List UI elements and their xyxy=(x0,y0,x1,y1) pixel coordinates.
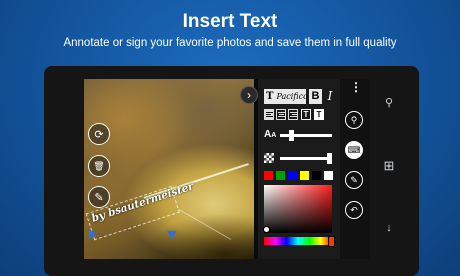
color-swatch[interactable] xyxy=(276,171,285,180)
opacity-slider-knob[interactable] xyxy=(327,153,333,164)
chevron-right-icon: › xyxy=(247,88,251,102)
rotate-button[interactable]: ⟳ xyxy=(88,123,110,145)
action-bar: ⋮ ⚲ ⌨ ✎ ↶ xyxy=(340,79,370,259)
brush-icon: ✎ xyxy=(350,174,358,185)
text-outline-button[interactable]: T xyxy=(301,109,311,120)
rotate-icon: ⟳ xyxy=(94,128,104,141)
keyboard-icon: ⌨ xyxy=(347,144,361,155)
text-size-slider-knob[interactable] xyxy=(289,130,295,141)
brush-button[interactable]: ✎ xyxy=(345,171,363,189)
hue-slider-knob[interactable] xyxy=(328,236,335,247)
windows-icon: ⊞ xyxy=(383,158,395,173)
align-right-button[interactable] xyxy=(288,109,298,120)
app-screen: by bsautermeister ⟳ 🗑 ✎ › T Pacifico B I… xyxy=(84,79,370,259)
font-selector[interactable]: T Pacifico xyxy=(264,89,308,104)
text-size-icon: AA xyxy=(264,129,277,140)
color-picker[interactable] xyxy=(264,185,332,233)
pen-button[interactable]: ✎ xyxy=(88,186,110,208)
collapse-panel-button[interactable]: › xyxy=(240,86,258,104)
back-down-icon: ↓ xyxy=(386,222,392,234)
zoom-icon: ⚲ xyxy=(350,114,358,125)
page-title: Insert Text xyxy=(182,11,278,32)
bold-button[interactable]: B xyxy=(309,89,322,104)
font-icon: T xyxy=(266,91,274,102)
hue-slider[interactable] xyxy=(264,237,332,245)
delete-button[interactable]: 🗑 xyxy=(88,155,110,177)
align-left-button[interactable] xyxy=(264,109,274,120)
phone-search-button[interactable]: ⚲ xyxy=(382,96,396,109)
more-options-icon[interactable]: ⋮ xyxy=(350,81,362,93)
undo-button[interactable]: ↶ xyxy=(345,201,363,219)
keyboard-button[interactable]: ⌨ xyxy=(345,141,363,159)
opacity-icon xyxy=(264,153,274,163)
phone-start-button[interactable]: ⊞ xyxy=(382,158,396,174)
color-picker-knob[interactable] xyxy=(263,226,270,233)
text-background-button[interactable]: T xyxy=(314,109,324,120)
search-icon: ⚲ xyxy=(384,97,394,109)
delete-icon: 🗑 xyxy=(93,160,105,171)
opacity-slider[interactable] xyxy=(280,157,332,160)
italic-button[interactable]: I xyxy=(324,89,336,104)
color-swatch[interactable] xyxy=(264,171,273,180)
undo-icon: ↶ xyxy=(350,204,358,215)
color-swatch[interactable] xyxy=(300,171,309,180)
color-swatch[interactable] xyxy=(324,171,333,180)
zoom-button[interactable]: ⚲ xyxy=(345,111,363,129)
phone-back-button[interactable]: ↓ xyxy=(382,222,396,234)
font-name: Pacifico xyxy=(276,92,308,101)
pen-icon: ✎ xyxy=(94,191,104,204)
color-swatch[interactable] xyxy=(312,171,321,180)
text-size-slider[interactable] xyxy=(280,134,332,137)
page-subtitle: Annotate or sign your favorite photos an… xyxy=(63,37,397,49)
color-swatch[interactable] xyxy=(288,171,297,180)
align-center-button[interactable] xyxy=(276,109,286,120)
text-style-panel: T Pacifico B I T T AA xyxy=(258,79,340,259)
